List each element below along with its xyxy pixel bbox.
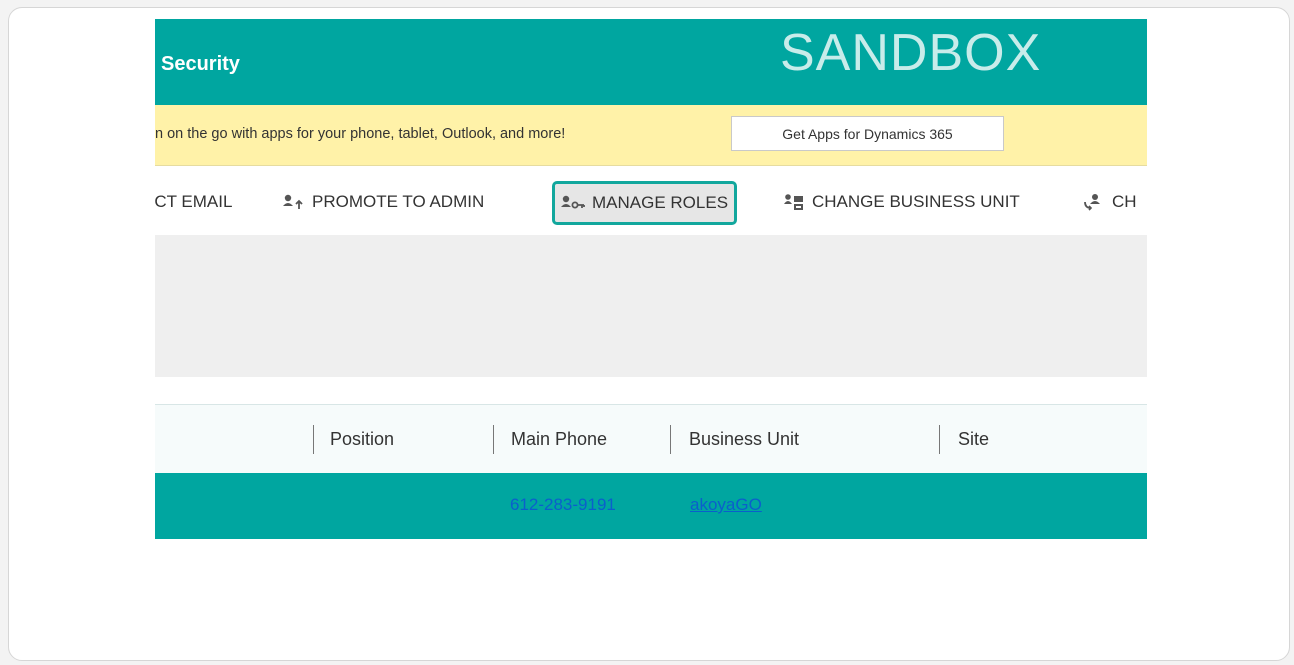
command-label: MANAGE ROLES (592, 193, 729, 212)
manage-roles-icon (561, 195, 585, 209)
command-label: ECT EMAIL (155, 192, 233, 211)
column-header-site[interactable]: Site (958, 429, 989, 450)
main-phone-cell: 612-283-9191 (510, 495, 616, 514)
business-unit-link[interactable]: akoyaGO (690, 495, 762, 515)
command-label: CH (1112, 192, 1137, 211)
reassign-user-icon (1084, 194, 1100, 211)
column-header-main-phone[interactable]: Main Phone (511, 429, 607, 450)
change-command-truncated[interactable]: CH (1082, 187, 1137, 217)
grid-column-headers: Position Main Phone Business Unit Site (155, 404, 1147, 474)
promote-to-admin-command[interactable]: PROMOTE TO ADMIN (282, 187, 484, 217)
apps-banner: n on the go with apps for your phone, ta… (155, 105, 1147, 166)
promote-user-icon (283, 194, 303, 209)
column-header-business-unit[interactable]: Business Unit (689, 429, 799, 450)
column-separator (670, 425, 671, 454)
column-separator (493, 425, 494, 454)
view-selector-area (155, 235, 1147, 377)
page-title: Security (161, 53, 240, 75)
manage-roles-command[interactable]: MANAGE ROLES (552, 181, 738, 225)
business-unit-icon (784, 194, 803, 210)
command-label: CHANGE BUSINESS UNIT (812, 192, 1020, 211)
command-bar: ECT EMAIL PROMOTE TO ADMIN MANAGE ROLES (155, 167, 1147, 235)
environment-label: SANDBOX (780, 24, 1042, 82)
change-business-unit-command[interactable]: CHANGE BUSINESS UNIT (782, 187, 1020, 217)
column-header-position[interactable]: Position (330, 429, 394, 450)
table-row[interactable]: 612-283-9191 akoyaGO (155, 473, 1147, 539)
column-separator (313, 425, 314, 454)
dynamics-window: Security SANDBOX n on the go with apps f… (155, 19, 1147, 539)
send-email-command[interactable]: ECT EMAIL (155, 187, 232, 217)
app-header: Security SANDBOX (155, 19, 1147, 105)
column-separator (939, 425, 940, 454)
get-apps-button[interactable]: Get Apps for Dynamics 365 (731, 116, 1004, 151)
command-label: PROMOTE TO ADMIN (312, 192, 485, 211)
banner-text: n on the go with apps for your phone, ta… (155, 126, 566, 142)
